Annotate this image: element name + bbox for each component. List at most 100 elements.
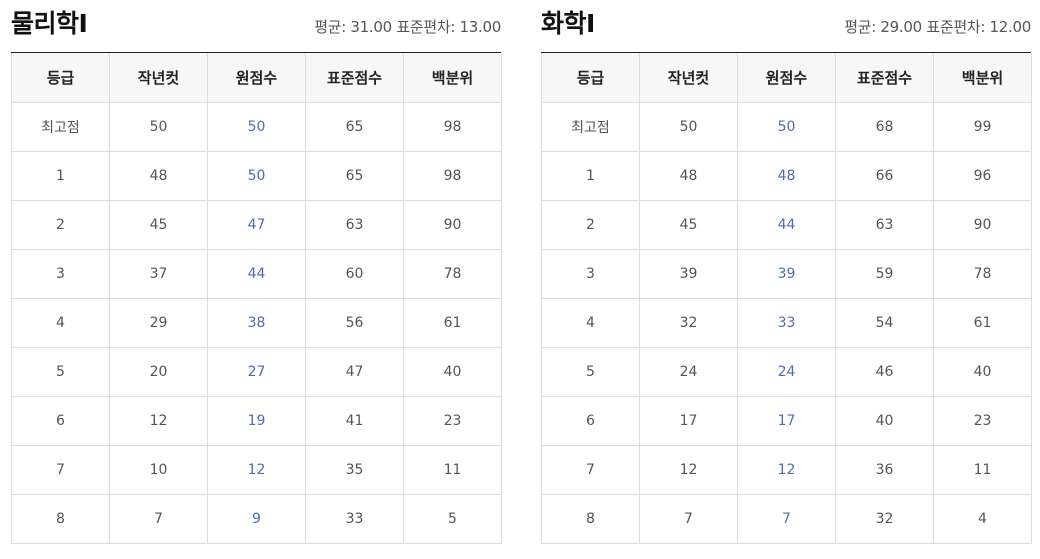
cell-standard-score: 40	[835, 396, 934, 446]
cell-last-year-cut: 24	[639, 347, 738, 397]
cell-percentile: 11	[403, 445, 502, 495]
cell-raw-score: 50	[207, 102, 306, 152]
cell-standard-score: 47	[305, 347, 404, 397]
cell-grade: 5	[11, 347, 110, 397]
cell-percentile: 90	[403, 200, 502, 250]
cell-raw-score: 17	[737, 396, 836, 446]
table-row: 최고점 50 50 65 98	[11, 102, 502, 152]
table-row: 4 32 33 54 61	[541, 298, 1032, 348]
column-header-percentile: 백분위	[933, 53, 1032, 103]
cell-last-year-cut: 12	[109, 396, 208, 446]
subject-stats: 평균: 29.00 표준편차: 12.00	[844, 18, 1031, 36]
column-header-percentile: 백분위	[403, 53, 502, 103]
cell-standard-score: 63	[305, 200, 404, 250]
cell-standard-score: 33	[305, 494, 404, 544]
cell-last-year-cut: 37	[109, 249, 208, 299]
cell-grade: 1	[11, 151, 110, 201]
cell-last-year-cut: 20	[109, 347, 208, 397]
cell-last-year-cut: 45	[639, 200, 738, 250]
cell-grade: 4	[541, 298, 640, 348]
table-row: 4 29 38 56 61	[11, 298, 502, 348]
cell-last-year-cut: 50	[639, 102, 738, 152]
cell-standard-score: 60	[305, 249, 404, 299]
cell-standard-score: 59	[835, 249, 934, 299]
column-header-grade: 등급	[11, 53, 110, 103]
cell-last-year-cut: 17	[639, 396, 738, 446]
cell-grade: 8	[541, 494, 640, 544]
cell-raw-score: 39	[737, 249, 836, 299]
table-row: 1 48 48 66 96	[541, 151, 1032, 201]
cell-percentile: 11	[933, 445, 1032, 495]
cell-last-year-cut: 7	[639, 494, 738, 544]
table-row: 8 7 9 33 5	[11, 494, 502, 544]
subject-title: 물리학Ⅰ	[11, 9, 88, 38]
cell-last-year-cut: 48	[109, 151, 208, 201]
column-header-last-year-cut: 작년컷	[109, 53, 208, 103]
cell-standard-score: 65	[305, 102, 404, 152]
cell-standard-score: 32	[835, 494, 934, 544]
table-row: 최고점 50 50 68 99	[541, 102, 1032, 152]
column-header-grade: 등급	[541, 53, 640, 103]
cell-percentile: 4	[933, 494, 1032, 544]
table-row: 5 24 24 46 40	[541, 347, 1032, 397]
table-row: 3 37 44 60 78	[11, 249, 502, 299]
subject-stats: 평균: 31.00 표준편차: 13.00	[314, 18, 501, 36]
cell-percentile: 23	[933, 396, 1032, 446]
cell-grade: 최고점	[11, 102, 110, 152]
cell-percentile: 98	[403, 151, 502, 201]
cell-last-year-cut: 48	[639, 151, 738, 201]
cell-raw-score: 47	[207, 200, 306, 250]
cell-percentile: 98	[403, 102, 502, 152]
table-row: 3 39 39 59 78	[541, 249, 1032, 299]
cell-raw-score: 27	[207, 347, 306, 397]
cell-raw-score: 50	[207, 151, 306, 201]
panel-header: 화학Ⅰ 평균: 29.00 표준편차: 12.00	[541, 0, 1031, 53]
cell-standard-score: 65	[305, 151, 404, 201]
column-header-last-year-cut: 작년컷	[639, 53, 738, 103]
table-header-row: 등급 작년컷 원점수 표준점수 백분위	[541, 53, 1032, 103]
subject-title: 화학Ⅰ	[541, 9, 595, 38]
table-row: 6 17 17 40 23	[541, 396, 1032, 446]
cell-grade: 8	[11, 494, 110, 544]
cell-raw-score: 48	[737, 151, 836, 201]
cell-last-year-cut: 7	[109, 494, 208, 544]
cell-grade: 4	[11, 298, 110, 348]
cell-percentile: 40	[403, 347, 502, 397]
subject-panel-physics: 물리학Ⅰ 평균: 31.00 표준편차: 13.00 등급 작년컷 원점수 표준…	[11, 0, 502, 544]
grade-cut-table: 등급 작년컷 원점수 표준점수 백분위 최고점 50 50 68 99 1 48 48 66 96…	[541, 53, 1032, 544]
cell-raw-score: 12	[207, 445, 306, 495]
cell-grade: 최고점	[541, 102, 640, 152]
cell-percentile: 61	[403, 298, 502, 348]
table-header-row: 등급 작년컷 원점수 표준점수 백분위	[11, 53, 502, 103]
column-header-raw-score: 원점수	[737, 53, 836, 103]
grade-cut-table: 등급 작년컷 원점수 표준점수 백분위 최고점 50 50 65 98 1 48 50 65 98…	[11, 53, 502, 544]
cell-grade: 7	[11, 445, 110, 495]
cell-percentile: 23	[403, 396, 502, 446]
column-header-standard-score: 표준점수	[835, 53, 934, 103]
table-row: 2 45 47 63 90	[11, 200, 502, 250]
table-row: 5 20 27 47 40	[11, 347, 502, 397]
cell-standard-score: 35	[305, 445, 404, 495]
cell-percentile: 5	[403, 494, 502, 544]
cell-last-year-cut: 10	[109, 445, 208, 495]
cell-grade: 3	[541, 249, 640, 299]
cell-percentile: 78	[933, 249, 1032, 299]
cell-standard-score: 66	[835, 151, 934, 201]
cell-standard-score: 36	[835, 445, 934, 495]
cell-grade: 1	[541, 151, 640, 201]
cell-grade: 6	[11, 396, 110, 446]
cell-percentile: 90	[933, 200, 1032, 250]
cell-grade: 7	[541, 445, 640, 495]
panel-header: 물리학Ⅰ 평균: 31.00 표준편차: 13.00	[11, 0, 501, 53]
cell-grade: 3	[11, 249, 110, 299]
cell-raw-score: 19	[207, 396, 306, 446]
cell-last-year-cut: 50	[109, 102, 208, 152]
cell-standard-score: 63	[835, 200, 934, 250]
cell-raw-score: 38	[207, 298, 306, 348]
table-row: 8 7 7 32 4	[541, 494, 1032, 544]
cell-last-year-cut: 32	[639, 298, 738, 348]
cell-percentile: 61	[933, 298, 1032, 348]
cell-percentile: 99	[933, 102, 1032, 152]
column-header-raw-score: 원점수	[207, 53, 306, 103]
cell-standard-score: 46	[835, 347, 934, 397]
